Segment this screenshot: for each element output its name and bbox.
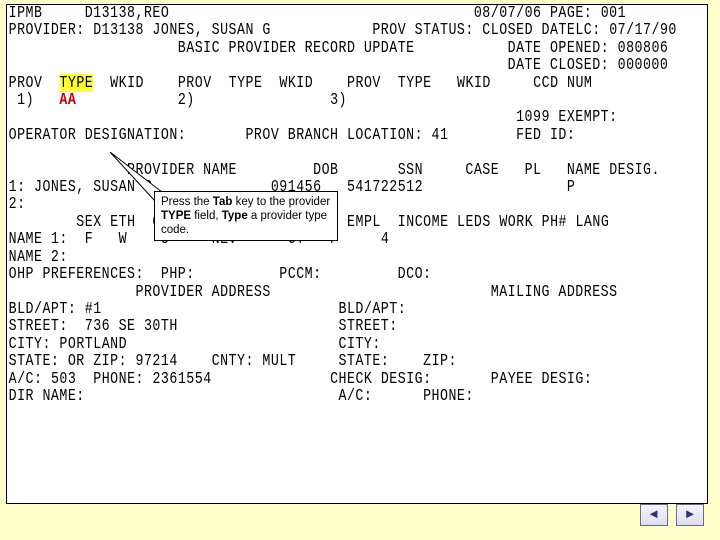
c3-empl: EMPL: [347, 213, 381, 231]
prev-button[interactable]: ◄: [640, 504, 668, 526]
col-wkid: WKID: [110, 74, 144, 92]
terminal-window: IPMB D13138,REO 08/07/06 PAGE: 001 PROVI…: [6, 4, 708, 504]
next-button[interactable]: ►: [676, 504, 704, 526]
opdesig-label: OPERATOR DESIGNATION:: [9, 126, 187, 144]
a-ac: 503: [51, 370, 76, 388]
page-label: PAGE: 001: [550, 4, 626, 22]
col2-namedesig: NAME DESIG.: [567, 161, 660, 179]
callout-t6: Type: [222, 210, 248, 222]
date-opened-label: DATE OPENED:: [508, 39, 610, 57]
m-street-l: STREET:: [339, 317, 398, 335]
a-statezip: STATE: OR ZIP: 97214: [9, 352, 178, 370]
col2-pl: PL: [525, 161, 542, 179]
callout-t3: key to the provider: [232, 196, 330, 208]
n1-sex: F: [85, 230, 93, 248]
a-cnty: MULT: [262, 352, 296, 370]
nav-controls: ◄ ►: [636, 504, 704, 526]
m-phone-l: PHONE:: [423, 387, 474, 405]
name2-label: NAME 2:: [9, 248, 68, 266]
col-type3: TYPE: [398, 74, 432, 92]
prov-status-label: PROV STATUS:: [372, 21, 474, 39]
prov1: 1): [17, 91, 34, 109]
a-dir-l: DIR NAME:: [9, 387, 85, 405]
n1-eth: W: [119, 230, 127, 248]
screen-code: IPMB: [9, 4, 43, 22]
a-phone-l: PHONE:: [93, 370, 144, 388]
a-phone: 2361554: [152, 370, 211, 388]
col-prov3: PROV: [347, 74, 381, 92]
n1-income: 4: [381, 230, 389, 248]
callout-t1: Press the: [161, 196, 213, 208]
col2-ssn: SSN: [398, 161, 423, 179]
prov3: 3): [330, 91, 347, 109]
a-cnty-l: CNTY:: [212, 352, 254, 370]
addrhdr-mail: MAILING ADDRESS: [491, 283, 618, 301]
datelc-label: DATELC:: [542, 21, 601, 39]
date: 08/07/06: [474, 4, 542, 22]
provbranch-label: PROV BRANCH LOCATION:: [245, 126, 423, 144]
a-city: PORTLAND: [59, 335, 127, 353]
col-type2: TYPE: [229, 74, 263, 92]
a-bldapt: #1: [85, 300, 102, 318]
m-city-l: CITY:: [339, 335, 381, 353]
instruction-callout: Press the Tab key to the provider TYPE f…: [154, 191, 338, 241]
m-bldapt-l: BLD/APT:: [339, 300, 407, 318]
col-wkid2: WKID: [279, 74, 313, 92]
a-street: 736 SE 30TH: [85, 317, 178, 335]
m-ac-l: A/C:: [338, 387, 372, 405]
prov2: 2): [178, 91, 195, 109]
callout-t4: TYPE: [161, 210, 191, 222]
fedid-label: FED ID:: [516, 126, 575, 144]
exempt-label: 1099 EXEMPT:: [516, 108, 618, 126]
c3-sex: SEX: [76, 213, 101, 231]
provbranch: 41: [432, 126, 449, 144]
date-closed: 000000: [618, 56, 669, 74]
col-prov2: PROV: [178, 74, 212, 92]
col-prov: PROV: [9, 74, 43, 92]
ohp-line: OHP PREFERENCES: PHP: PCCM: DCO:: [9, 265, 432, 283]
callout-t2: Tab: [213, 196, 233, 208]
a-city-l: CITY:: [9, 335, 51, 353]
c3-workph: WORK PH#: [499, 213, 567, 231]
name1-ssn: 541722512: [347, 178, 423, 196]
datelc: 07/17/90: [609, 21, 677, 39]
col-type-highlight[interactable]: TYPE: [59, 74, 93, 92]
a-ac-l: A/C:: [9, 370, 43, 388]
a-payee-l: PAYEE DESIG:: [491, 370, 593, 388]
a-street-l: STREET:: [9, 317, 68, 335]
a-zip2-l: ZIP:: [423, 352, 457, 370]
c3-lang: LANG: [575, 213, 609, 231]
a-bldapt-l: BLD/APT:: [9, 300, 77, 318]
name1-namedesig: P: [567, 178, 575, 196]
a-check-l: CHECK DESIG:: [330, 370, 432, 388]
c3-income: INCOME: [398, 213, 449, 231]
callout-t5: field,: [191, 210, 222, 222]
col2-dob: DOB: [313, 161, 338, 179]
col-wkid3: WKID: [457, 74, 491, 92]
name1-label: NAME 1:: [9, 230, 68, 248]
col2-case: CASE: [465, 161, 499, 179]
date-opened: 080806: [618, 39, 669, 57]
update-title: BASIC PROVIDER RECORD UPDATE: [178, 39, 415, 57]
date-closed-label: DATE CLOSED:: [508, 56, 610, 74]
prov1-type-input[interactable]: AA: [59, 91, 76, 109]
prov-status: CLOSED: [482, 21, 533, 39]
addrhdr-prov: PROVIDER ADDRESS: [136, 283, 271, 301]
c3-eth: ETH: [110, 213, 135, 231]
name2-row: 2:: [9, 195, 26, 213]
provider-line: PROVIDER: D13138 JONES, SUSAN G: [9, 21, 271, 39]
c3-leds: LEDS: [457, 213, 491, 231]
a-state2-l: STATE:: [339, 352, 390, 370]
col-ccd: CCD NUM: [533, 74, 592, 92]
record-id: D13138,REO: [85, 4, 170, 22]
